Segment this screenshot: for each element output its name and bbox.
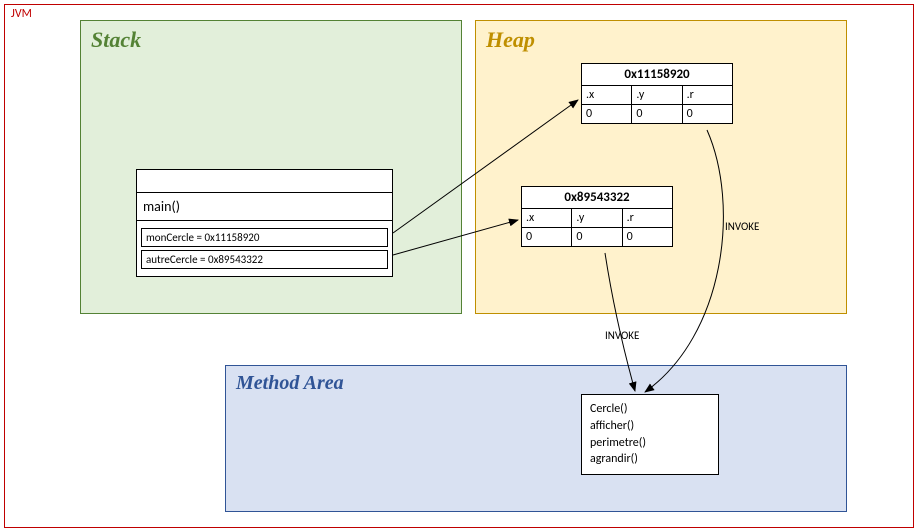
obj0-field0-val: 0	[582, 105, 631, 123]
obj1-field1-val: 0	[572, 228, 621, 246]
method-area-title: Method Area	[236, 372, 344, 395]
heap-title: Heap	[486, 27, 535, 53]
object-1-addr: 0x89543322	[522, 187, 672, 209]
var-monCercle: monCercle = 0x11158920	[141, 228, 388, 247]
invoke-label-1: INVOKE	[725, 220, 759, 233]
var-autreCercle: autreCercle = 0x89543322	[141, 250, 388, 269]
obj0-field1-name: .y	[632, 86, 681, 105]
class-box: Cercle() afficher() perimetre() agrandir…	[581, 394, 719, 475]
frame-name: main()	[137, 193, 392, 221]
obj0-field0-name: .x	[582, 86, 631, 105]
obj1-field2-name: .r	[623, 209, 672, 228]
jvm-box: JVM Stack main() monCercle = 0x11158920 …	[4, 4, 914, 528]
stack-region: Stack main() monCercle = 0x11158920 autr…	[80, 20, 462, 314]
method-0: Cercle()	[590, 401, 710, 418]
obj0-field2-val: 0	[683, 105, 732, 123]
stack-title: Stack	[91, 27, 141, 53]
method-2: perimetre()	[590, 435, 710, 452]
obj1-field1-name: .y	[572, 209, 621, 228]
object-1: 0x89543322 .x0 .y0 .r0	[521, 186, 673, 247]
object-1-fields: .x0 .y0 .r0	[522, 209, 672, 246]
jvm-label: JVM	[11, 7, 32, 21]
heap-region: Heap 0x11158920 .x0 .y0 .r0 0x89543322 .…	[475, 20, 847, 314]
obj0-field2-name: .r	[683, 86, 732, 105]
frame-vars: monCercle = 0x11158920 autreCercle = 0x8…	[137, 221, 392, 276]
method-1: afficher()	[590, 418, 710, 435]
obj1-field0-name: .x	[522, 209, 571, 228]
obj1-field2-val: 0	[623, 228, 672, 246]
stack-frame: main() monCercle = 0x11158920 autreCercl…	[136, 169, 393, 277]
frame-header	[137, 170, 392, 193]
method-3: agrandir()	[590, 451, 710, 468]
method-area-region: Method Area Cercle() afficher() perimetr…	[225, 365, 847, 512]
obj0-field1-val: 0	[632, 105, 681, 123]
object-0-addr: 0x11158920	[582, 64, 732, 86]
object-0: 0x11158920 .x0 .y0 .r0	[581, 63, 733, 124]
invoke-label-2: INVOKE	[605, 329, 639, 342]
obj1-field0-val: 0	[522, 228, 571, 246]
object-0-fields: .x0 .y0 .r0	[582, 86, 732, 123]
